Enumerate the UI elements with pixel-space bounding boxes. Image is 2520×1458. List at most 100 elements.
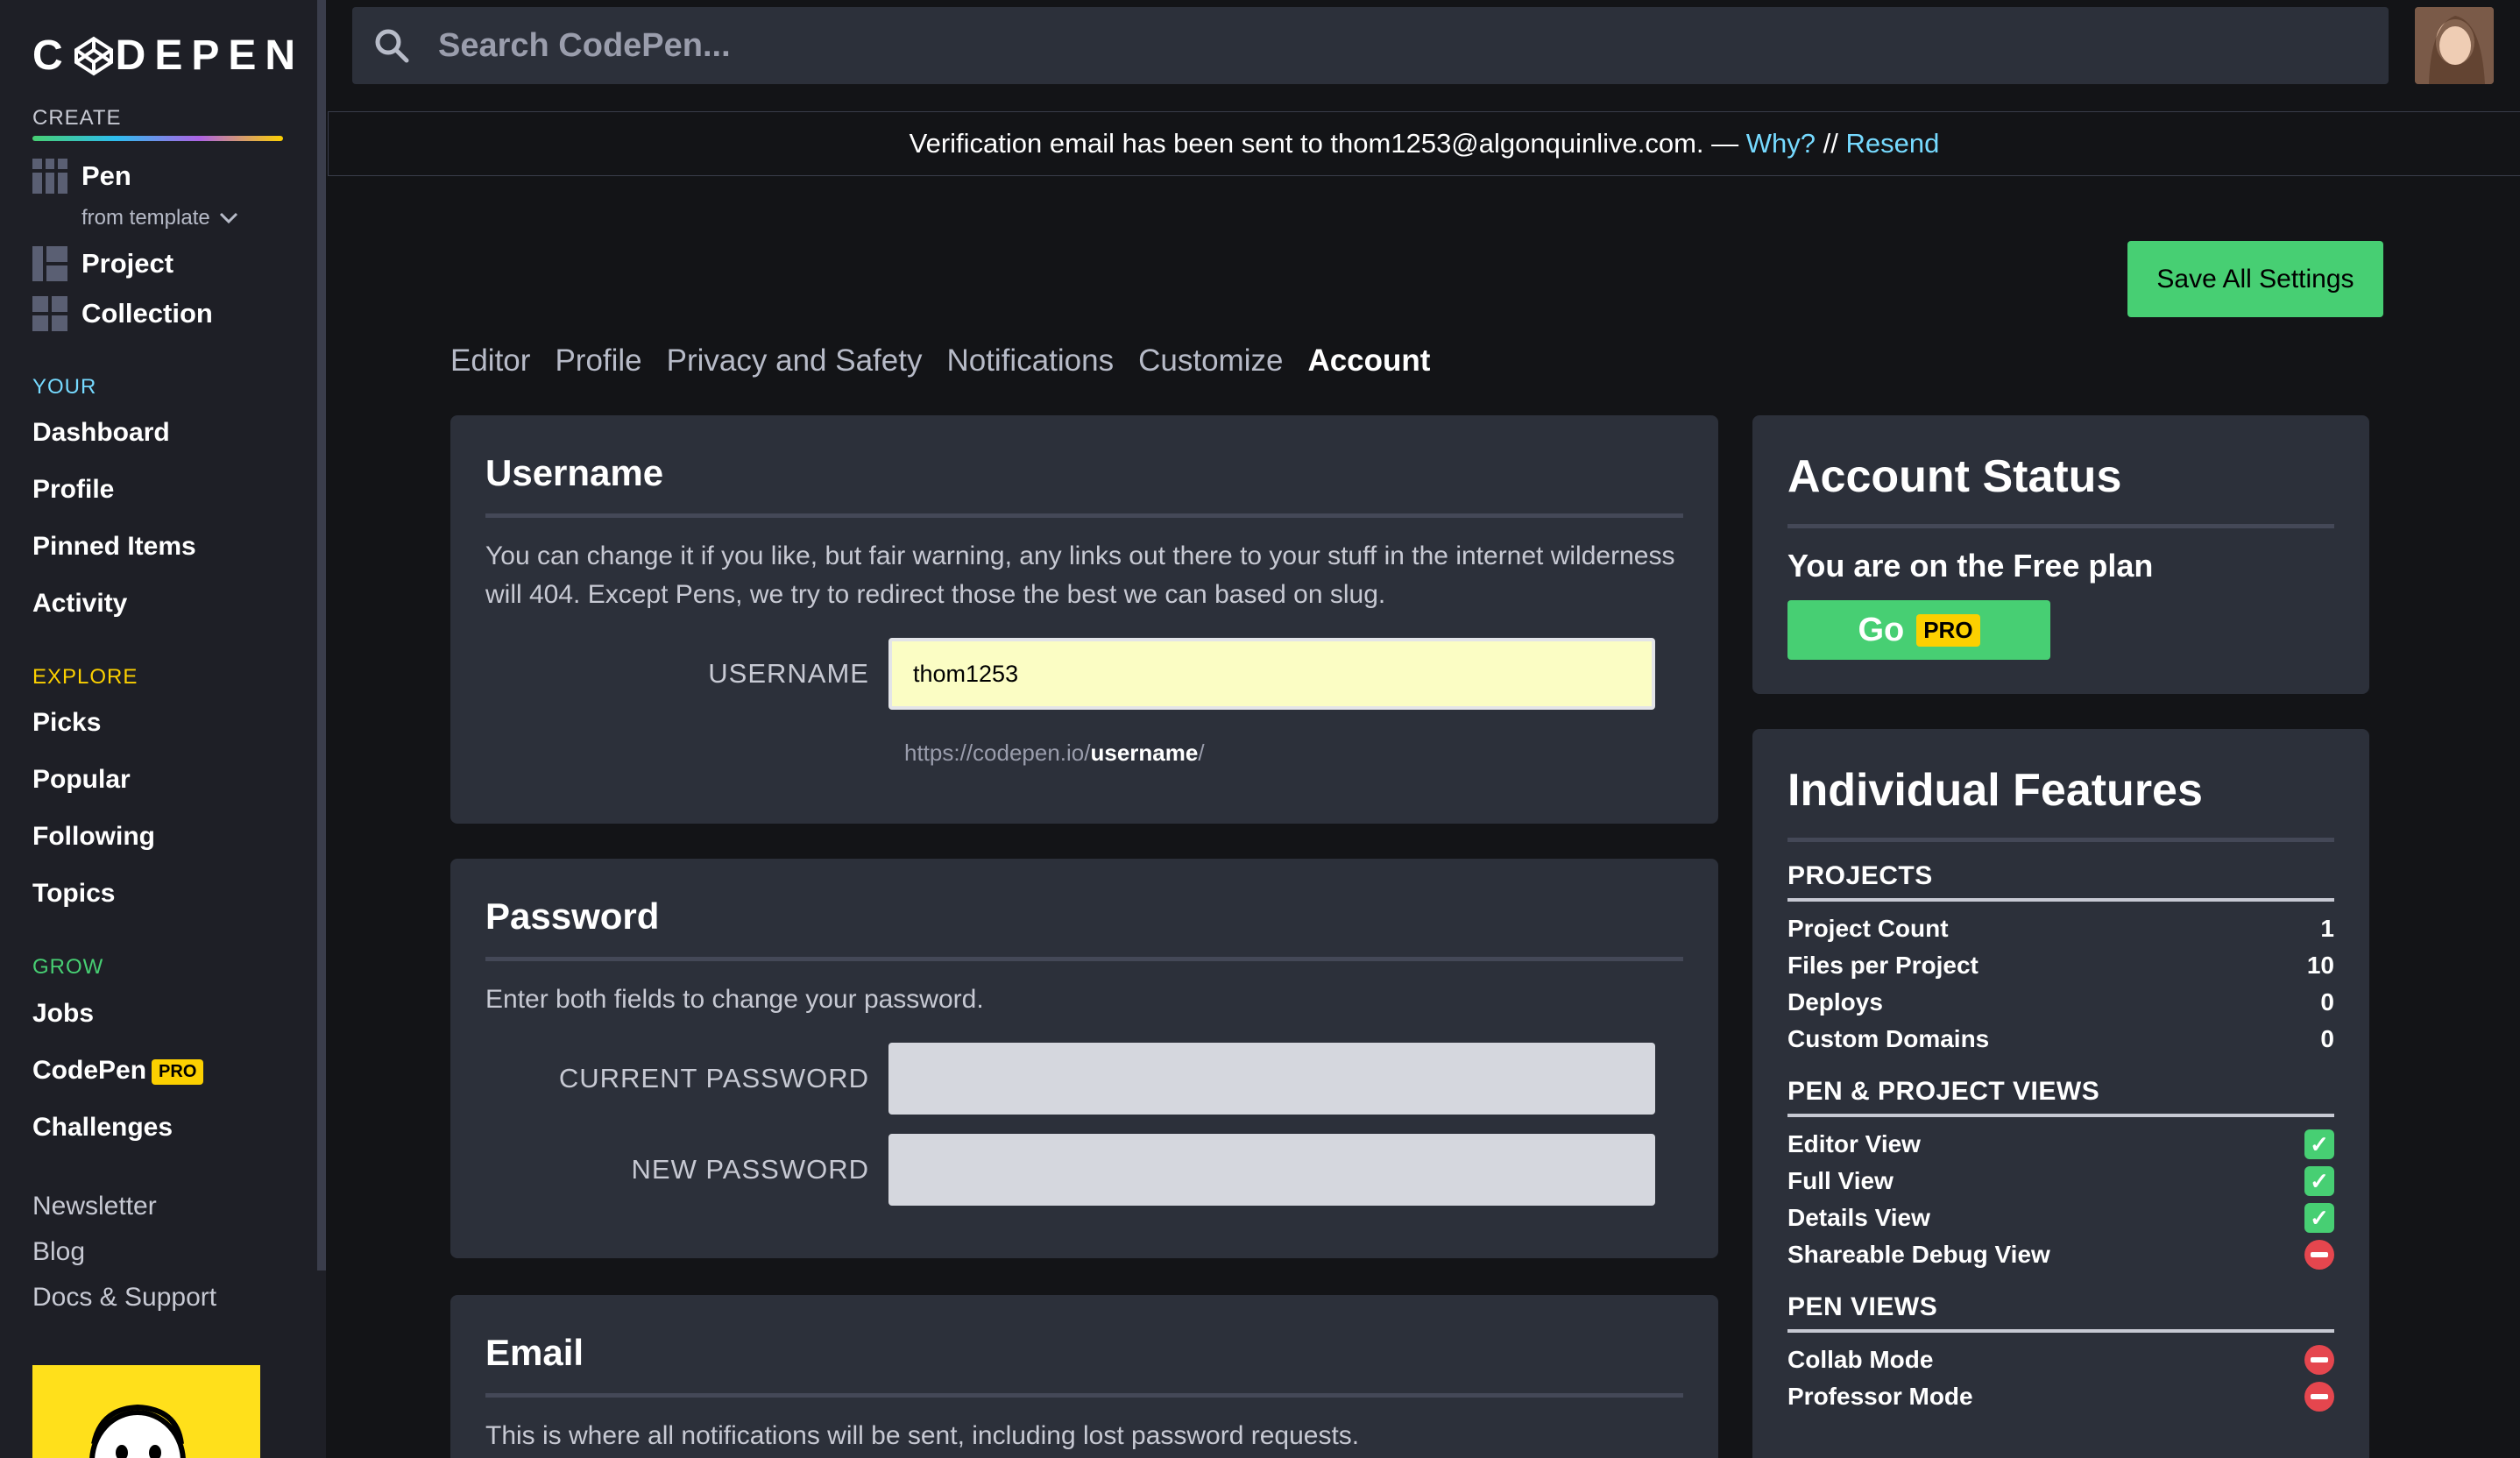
nav-picks[interactable]: Picks [32,708,101,738]
feature-row: Deploys 0 [1787,984,2334,1021]
mailchimp-ad[interactable] [32,1365,260,1458]
feature-row: Shareable Debug View [1787,1236,2334,1273]
nav-blog[interactable]: Blog [32,1237,85,1267]
feature-row: Project Count 1 [1787,910,2334,947]
tab-notifications[interactable]: Notifications [946,343,1114,379]
feature-label: Project Count [1787,915,1949,942]
username-url-hint: https://codepen.io/username/ [904,740,1205,767]
banner-separator: // [1816,128,1846,159]
codepen-logo[interactable]: C DEPEN [32,32,304,80]
verification-banner: Verification email has been sent to thom… [328,111,2520,176]
settings-tabs: Editor Profile Privacy and Safety Notifi… [450,343,1430,379]
from-template-label: from template [81,206,210,230]
logo-rest: DEPEN [115,32,305,79]
username-input[interactable] [888,638,1655,710]
pro-badge: PRO [152,1058,204,1085]
codepen-cube-icon [74,36,113,75]
plan-text: You are on the Free plan [1787,548,2154,584]
nav-pinned-items[interactable]: Pinned Items [32,532,196,562]
pen-views-heading: PEN VIEWS [1787,1292,2334,1333]
feature-label: Professor Mode [1787,1383,1973,1410]
create-divider [32,136,283,141]
username-description: You can change it if you like, but fair … [485,541,1675,609]
feature-value: 0 [2320,988,2334,1016]
chevron-down-icon [219,212,237,224]
current-password-input[interactable] [888,1043,1655,1115]
username-label: USERNAME [708,658,869,689]
nav-activity[interactable]: Activity [32,589,127,619]
go-label: Go [1858,611,1905,648]
username-field-row: USERNAME [468,638,1655,710]
tab-editor[interactable]: Editor [450,343,530,379]
email-panel: Email This is where all notifications wi… [450,1295,1718,1458]
go-pro-badge: PRO [1916,613,1980,647]
resend-link[interactable]: Resend [1845,128,1939,159]
pen-grid-icon [32,159,67,194]
new-password-row: NEW PASSWORD [468,1134,1655,1206]
feature-label: Shareable Debug View [1787,1241,2050,1268]
account-status-panel: Account Status You are on the Free plan … [1752,415,2369,694]
tab-profile[interactable]: Profile [555,343,641,379]
your-label: YOUR [32,375,97,399]
nav-profile[interactable]: Profile [32,475,114,505]
no-entry-icon [2304,1382,2334,1412]
nav-popular[interactable]: Popular [32,765,131,795]
password-title: Password [485,859,1683,961]
feature-label: Custom Domains [1787,1025,1990,1052]
nav-following[interactable]: Following [32,822,155,852]
create-project-label: Project [81,248,174,279]
collection-grid-icon [32,296,67,331]
search-input[interactable] [438,26,2015,65]
feature-row: Collab Mode [1787,1341,2334,1378]
password-description: Enter both fields to change your passwor… [485,985,984,1014]
feature-row: Details View ✓ [1787,1200,2334,1236]
no-entry-icon [2304,1240,2334,1270]
from-template-dropdown[interactable]: from template [81,206,238,230]
sidebar-scrollbar[interactable] [317,0,326,1270]
user-avatar[interactable] [2415,7,2494,84]
create-pen-label: Pen [81,160,131,191]
why-link[interactable]: Why? [1746,128,1816,159]
account-status-title: Account Status [1787,415,2334,528]
nav-newsletter[interactable]: Newsletter [32,1192,157,1221]
feature-value: 10 [2306,952,2334,979]
explore-label: EXPLORE [32,665,138,689]
save-all-settings-button[interactable]: Save All Settings [2127,241,2383,317]
new-password-input[interactable] [888,1134,1655,1206]
check-icon: ✓ [2304,1203,2334,1233]
create-pen[interactable]: Pen [32,159,131,194]
feature-value: 0 [2320,1025,2334,1052]
new-password-label: NEW PASSWORD [631,1154,869,1185]
go-pro-button[interactable]: Go PRO [1787,600,2050,660]
nav-topics[interactable]: Topics [32,879,115,909]
current-password-label: CURRENT PASSWORD [558,1063,869,1094]
nav-dashboard[interactable]: Dashboard [32,418,170,448]
pen-project-views-heading: PEN & PROJECT VIEWS [1787,1077,2334,1117]
tab-customize[interactable]: Customize [1138,343,1283,379]
tab-account[interactable]: Account [1307,343,1430,379]
search-bar[interactable] [352,7,2389,84]
feature-label: Editor View [1787,1130,1921,1157]
create-collection-label: Collection [81,298,213,329]
url-suffix: / [1198,740,1205,766]
sidebar: C DEPEN CREATE Pen from template Project… [0,0,326,1458]
email-description: This is where all notifications will be … [485,1421,1360,1450]
individual-features-title: Individual Features [1787,729,2334,842]
nav-docs-support[interactable]: Docs & Support [32,1283,216,1313]
tab-privacy-and-safety[interactable]: Privacy and Safety [667,343,923,379]
mailchimp-freddie-icon [89,1404,186,1458]
nav-codepen-label: CodePen [32,1056,147,1085]
individual-features-panel: Individual Features PROJECTS Project Cou… [1752,729,2369,1458]
create-label: CREATE [32,106,122,130]
logo-c: C [32,32,72,79]
search-icon [375,29,409,63]
nav-codepen-pro[interactable]: CodePen PRO [32,1056,204,1086]
nav-challenges[interactable]: Challenges [32,1113,173,1143]
projects-heading: PROJECTS [1787,861,2334,902]
feature-label: Details View [1787,1204,1930,1231]
project-grid-icon [32,246,67,281]
create-collection[interactable]: Collection [32,296,213,331]
current-password-row: CURRENT PASSWORD [468,1043,1655,1115]
create-project[interactable]: Project [32,246,173,281]
nav-jobs[interactable]: Jobs [32,999,94,1029]
